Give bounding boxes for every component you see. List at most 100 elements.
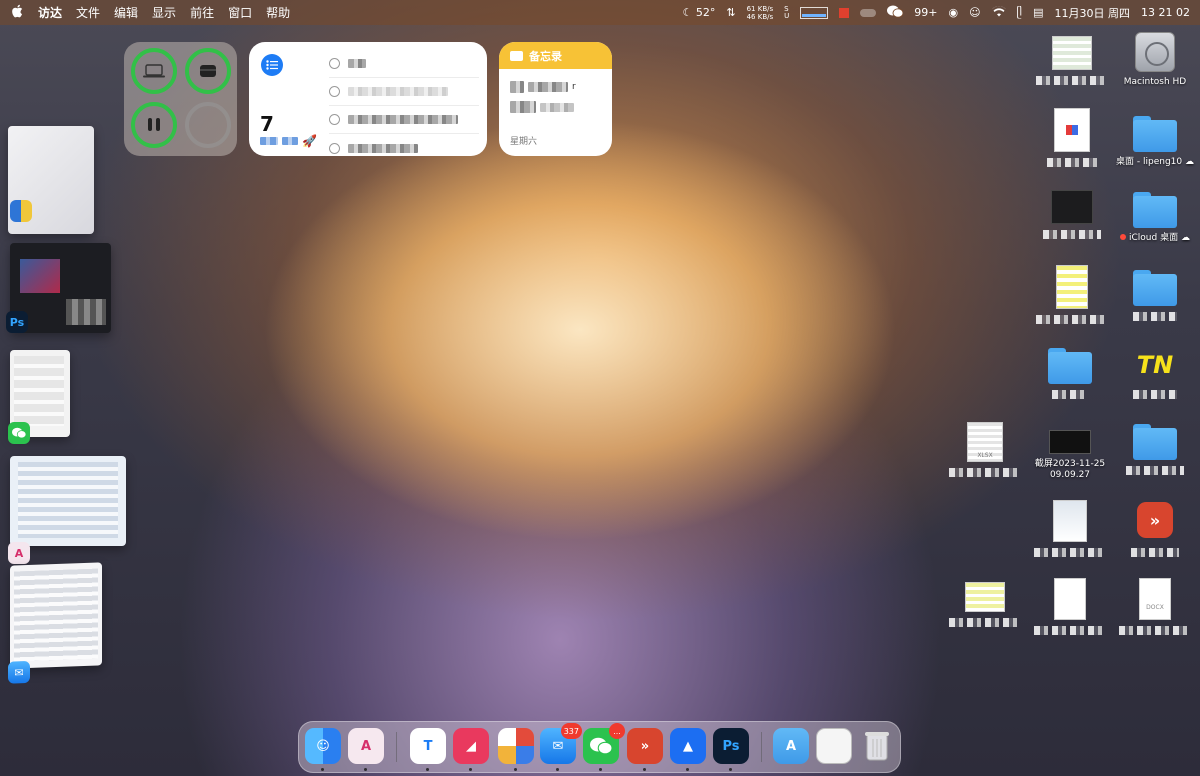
desktop-app-remote[interactable]: »	[1115, 502, 1195, 557]
wechat-unread-count: 99+	[914, 6, 938, 19]
redacted-filename	[949, 618, 1021, 627]
macintosh-hd-label: Macintosh HD	[1123, 77, 1187, 87]
running-indicator	[729, 768, 732, 771]
notes-header: 备忘录	[499, 42, 612, 69]
weather-icon[interactable]: ☾ 52°	[683, 6, 716, 19]
desktop-file-xlsx-2[interactable]	[945, 582, 1025, 627]
music-icon[interactable]: ◉	[948, 6, 958, 19]
control-center-icon[interactable]: ▤	[1033, 6, 1043, 19]
notes-title: 备忘录	[529, 49, 562, 63]
stage-window-app[interactable]: A	[8, 456, 126, 564]
running-indicator	[643, 768, 646, 771]
running-indicator	[321, 768, 324, 771]
desktop-file-sheet[interactable]	[1032, 265, 1112, 324]
net-up-speed: 61 KB/s	[746, 4, 774, 13]
reminders-count: 7	[260, 112, 274, 136]
reminder-item[interactable]	[329, 134, 479, 162]
redacted-text	[510, 81, 524, 93]
pink-app-dock-icon[interactable]: ◢	[453, 728, 489, 764]
desktop-folder-name: 桌面 - lipeng10	[1116, 157, 1183, 167]
arc-dock-icon[interactable]: A	[348, 728, 384, 764]
notes-preview: r	[499, 69, 612, 113]
desktop-app-logo[interactable]: TN	[1115, 350, 1195, 399]
grid-app-dock-icon[interactable]	[498, 728, 534, 764]
documents-stack-dock-icon[interactable]	[816, 728, 852, 764]
menu-app-name[interactable]: 访达	[38, 4, 62, 21]
reminder-item[interactable]	[329, 106, 479, 134]
batteries-widget[interactable]	[124, 42, 237, 156]
docx-type-label: DOCX	[1146, 604, 1164, 611]
menu-edit[interactable]: 编辑	[114, 4, 138, 21]
desktop-folder-icloud[interactable]: iCloud 桌面 ☁	[1115, 192, 1195, 244]
arc-app-icon: A	[8, 542, 30, 564]
macintosh-hd[interactable]: Macintosh HD	[1115, 32, 1195, 88]
menu-bar-right: ☾ 52° ⇅ 61 KB/s 46 KB/s SU 99+ ◉ ☺ ᥫ ▤ 1…	[683, 5, 1190, 21]
mail-unread-badge: 337	[560, 723, 582, 739]
menu-help[interactable]: 帮助	[266, 4, 290, 21]
redacted-filename	[1119, 626, 1191, 635]
dingtalk-dock-icon[interactable]: T	[410, 728, 446, 764]
file-thumbnail	[1052, 36, 1092, 70]
record-icon[interactable]	[839, 7, 850, 18]
stage-window-photoshop[interactable]: Ps	[6, 243, 111, 333]
cloud-icon[interactable]	[860, 8, 877, 17]
redacted-text	[348, 115, 458, 124]
notes-widget[interactable]: 备忘录 r 星期六	[499, 42, 612, 156]
user-icon[interactable]: ☺	[969, 6, 980, 19]
redacted-text	[348, 143, 418, 153]
desktop-file-document[interactable]	[1032, 108, 1112, 167]
desktop-folder-lipeng10[interactable]: 桌面 - lipeng10 ☁	[1115, 116, 1195, 168]
desktop-file-doc-2[interactable]	[1030, 578, 1110, 635]
file-thumbnail	[1053, 500, 1087, 542]
desktop-file-docx[interactable]: DOCX	[1115, 578, 1195, 635]
desktop-folder-1[interactable]	[1030, 348, 1110, 399]
desktop-folder-2[interactable]	[1115, 270, 1195, 321]
rocket-icon: 🚀	[302, 134, 317, 148]
trash-dock-icon[interactable]	[859, 728, 895, 764]
stage-window-mail[interactable]: ✉	[8, 562, 102, 684]
menu-view[interactable]: 显示	[152, 4, 176, 21]
reminders-widget[interactable]: 7 🚀	[249, 42, 487, 156]
stage-window-wechat[interactable]	[8, 350, 70, 444]
desktop-file-xlsx[interactable]: XLSX	[945, 422, 1025, 477]
note-text-fragment: r	[572, 82, 576, 92]
menu-file[interactable]: 文件	[76, 4, 100, 21]
wifi-icon[interactable]	[991, 5, 1006, 20]
wechat-unread-badge: ...	[609, 723, 625, 739]
file-thumbnail: XLSX	[967, 422, 1003, 462]
reminders-list	[329, 50, 479, 162]
menu-go[interactable]: 前往	[190, 4, 214, 21]
applications-folder-dock-icon[interactable]: A	[773, 728, 809, 764]
reminders-list-icon	[261, 54, 283, 76]
network-speed[interactable]: 61 KB/s 46 KB/s	[747, 5, 774, 21]
wechat-menu-icon[interactable]	[887, 5, 904, 21]
menu-time[interactable]: 13 21 02	[1141, 6, 1190, 19]
laptop-icon	[143, 64, 165, 78]
menu-date[interactable]: 11月30日 周四	[1055, 5, 1131, 21]
folder-icon	[1048, 348, 1092, 384]
reminder-checkbox[interactable]	[329, 58, 340, 69]
desktop-file-terminal-shot[interactable]: 截屏2023-11-25 09.09.27	[1030, 430, 1110, 481]
file-thumbnail	[1056, 265, 1088, 309]
apple-logo-icon[interactable]	[10, 4, 24, 22]
reminder-checkbox[interactable]	[329, 142, 340, 154]
cpu-graph-icon[interactable]	[800, 6, 829, 19]
stage-window-documents[interactable]	[8, 126, 94, 234]
lark-dock-icon[interactable]: ▲	[670, 728, 706, 764]
reminder-checkbox[interactable]	[329, 86, 340, 97]
desktop-folder-3[interactable]	[1115, 424, 1195, 475]
desktop-file-portrait[interactable]	[1030, 500, 1110, 557]
airpods-icon[interactable]: ᥫ	[1017, 6, 1023, 20]
remote-desktop-dock-icon[interactable]: »	[627, 728, 663, 764]
desktop-file-spreadsheet-image[interactable]	[1032, 36, 1112, 85]
network-icon: ⇅	[726, 6, 736, 19]
wechat-dock-icon[interactable]: ...	[583, 723, 625, 764]
desktop-file-screenshot[interactable]	[1032, 190, 1112, 239]
finder-dock-icon[interactable]: ☺	[305, 728, 341, 764]
reminder-checkbox[interactable]	[329, 114, 340, 125]
reminder-item[interactable]	[329, 78, 479, 106]
reminder-item[interactable]	[329, 50, 479, 78]
photoshop-dock-icon[interactable]: Ps	[713, 728, 749, 764]
mail-dock-icon[interactable]: ✉ 337	[540, 723, 582, 764]
menu-window[interactable]: 窗口	[228, 4, 252, 21]
